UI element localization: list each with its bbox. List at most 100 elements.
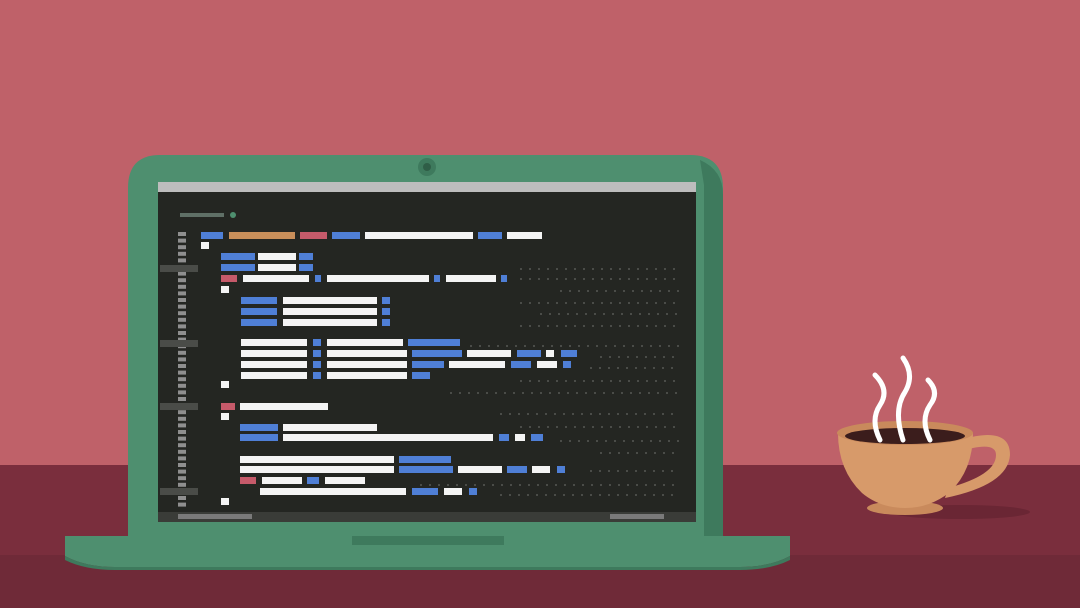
guide-dot bbox=[637, 426, 639, 428]
gutter-mark bbox=[178, 258, 186, 263]
code-token bbox=[499, 434, 509, 441]
guide-dot bbox=[601, 278, 603, 280]
guide-dot bbox=[599, 470, 601, 472]
guide-dot bbox=[630, 392, 632, 394]
code-token bbox=[332, 232, 360, 239]
guide-dot bbox=[626, 470, 628, 472]
guide-dot bbox=[645, 484, 647, 486]
guide-dot bbox=[663, 484, 665, 486]
guide-dot bbox=[519, 484, 521, 486]
guide-dot bbox=[565, 325, 567, 327]
guide-dot bbox=[549, 313, 551, 315]
code-token bbox=[240, 477, 256, 484]
guide-dot bbox=[654, 452, 656, 454]
guide-dot bbox=[609, 356, 611, 358]
gutter-mark bbox=[178, 251, 186, 256]
guide-dot bbox=[673, 302, 675, 304]
code-token bbox=[241, 350, 307, 357]
code-token bbox=[563, 361, 571, 368]
guide-dot bbox=[639, 392, 641, 394]
guide-dot bbox=[513, 392, 515, 394]
code-token bbox=[221, 498, 229, 505]
guide-dot bbox=[538, 268, 540, 270]
guide-dot bbox=[673, 325, 675, 327]
code-token bbox=[241, 361, 307, 368]
guide-dot bbox=[574, 268, 576, 270]
guide-dot bbox=[592, 268, 594, 270]
guide-dot bbox=[621, 313, 623, 315]
code-token bbox=[221, 275, 237, 282]
code-token bbox=[283, 434, 493, 441]
code-token bbox=[313, 372, 321, 379]
guide-dot bbox=[646, 380, 648, 382]
guide-dot bbox=[596, 440, 598, 442]
guide-dot bbox=[556, 325, 558, 327]
guide-dot bbox=[518, 413, 520, 415]
code-token bbox=[313, 339, 321, 346]
guide-dot bbox=[657, 392, 659, 394]
code-token bbox=[283, 308, 377, 315]
guide-dot bbox=[650, 290, 652, 292]
guide-dot bbox=[668, 440, 670, 442]
guide-dot bbox=[655, 426, 657, 428]
guide-dot bbox=[644, 413, 646, 415]
gutter-mark bbox=[178, 284, 186, 289]
code-token bbox=[221, 253, 255, 260]
guide-dot bbox=[538, 325, 540, 327]
guide-dot bbox=[547, 268, 549, 270]
guide-dot bbox=[610, 380, 612, 382]
guide-dot bbox=[675, 313, 677, 315]
guide-dot bbox=[520, 426, 522, 428]
guide-dot bbox=[603, 392, 605, 394]
guide-dot bbox=[648, 392, 650, 394]
code-token bbox=[382, 297, 390, 304]
code-token bbox=[299, 264, 313, 271]
guide-dot bbox=[646, 278, 648, 280]
guide-dot bbox=[645, 452, 647, 454]
guide-dot bbox=[590, 494, 592, 496]
gutter-mark bbox=[178, 476, 186, 481]
guide-dot bbox=[573, 484, 575, 486]
code-token bbox=[221, 403, 235, 410]
guide-dot bbox=[529, 325, 531, 327]
guide-dot bbox=[655, 302, 657, 304]
guide-dot bbox=[673, 278, 675, 280]
guide-dot bbox=[677, 345, 679, 347]
gutter-mark bbox=[178, 298, 186, 302]
guide-dot bbox=[520, 268, 522, 270]
guide-dot bbox=[477, 392, 479, 394]
guide-dot bbox=[590, 413, 592, 415]
guide-dot bbox=[648, 313, 650, 315]
gutter-mark bbox=[178, 423, 186, 428]
guide-dot bbox=[618, 356, 620, 358]
code-token bbox=[478, 232, 502, 239]
guide-dot bbox=[635, 367, 637, 369]
guide-dot bbox=[627, 484, 629, 486]
laptop-icon bbox=[65, 155, 790, 570]
guide-dot bbox=[538, 380, 540, 382]
guide-dot bbox=[600, 452, 602, 454]
guide-dot bbox=[565, 278, 567, 280]
guide-dot bbox=[465, 484, 467, 486]
guide-dot bbox=[520, 380, 522, 382]
guide-dot bbox=[644, 367, 646, 369]
guide-dot bbox=[655, 268, 657, 270]
guide-dot bbox=[635, 413, 637, 415]
code-token bbox=[537, 361, 557, 368]
gutter-mark bbox=[178, 350, 186, 355]
gutter-mark bbox=[178, 436, 186, 441]
code-token bbox=[412, 488, 438, 495]
guide-dot bbox=[662, 470, 664, 472]
guide-dot bbox=[655, 380, 657, 382]
guide-dot bbox=[605, 290, 607, 292]
guide-dot bbox=[558, 313, 560, 315]
guide-dot bbox=[666, 313, 668, 315]
guide-dot bbox=[654, 356, 656, 358]
code-token bbox=[517, 350, 541, 357]
guide-dot bbox=[662, 367, 664, 369]
guide-dot bbox=[555, 484, 557, 486]
guide-dot bbox=[636, 484, 638, 486]
guide-dot bbox=[572, 494, 574, 496]
guide-dot bbox=[554, 494, 556, 496]
guide-dot bbox=[664, 278, 666, 280]
